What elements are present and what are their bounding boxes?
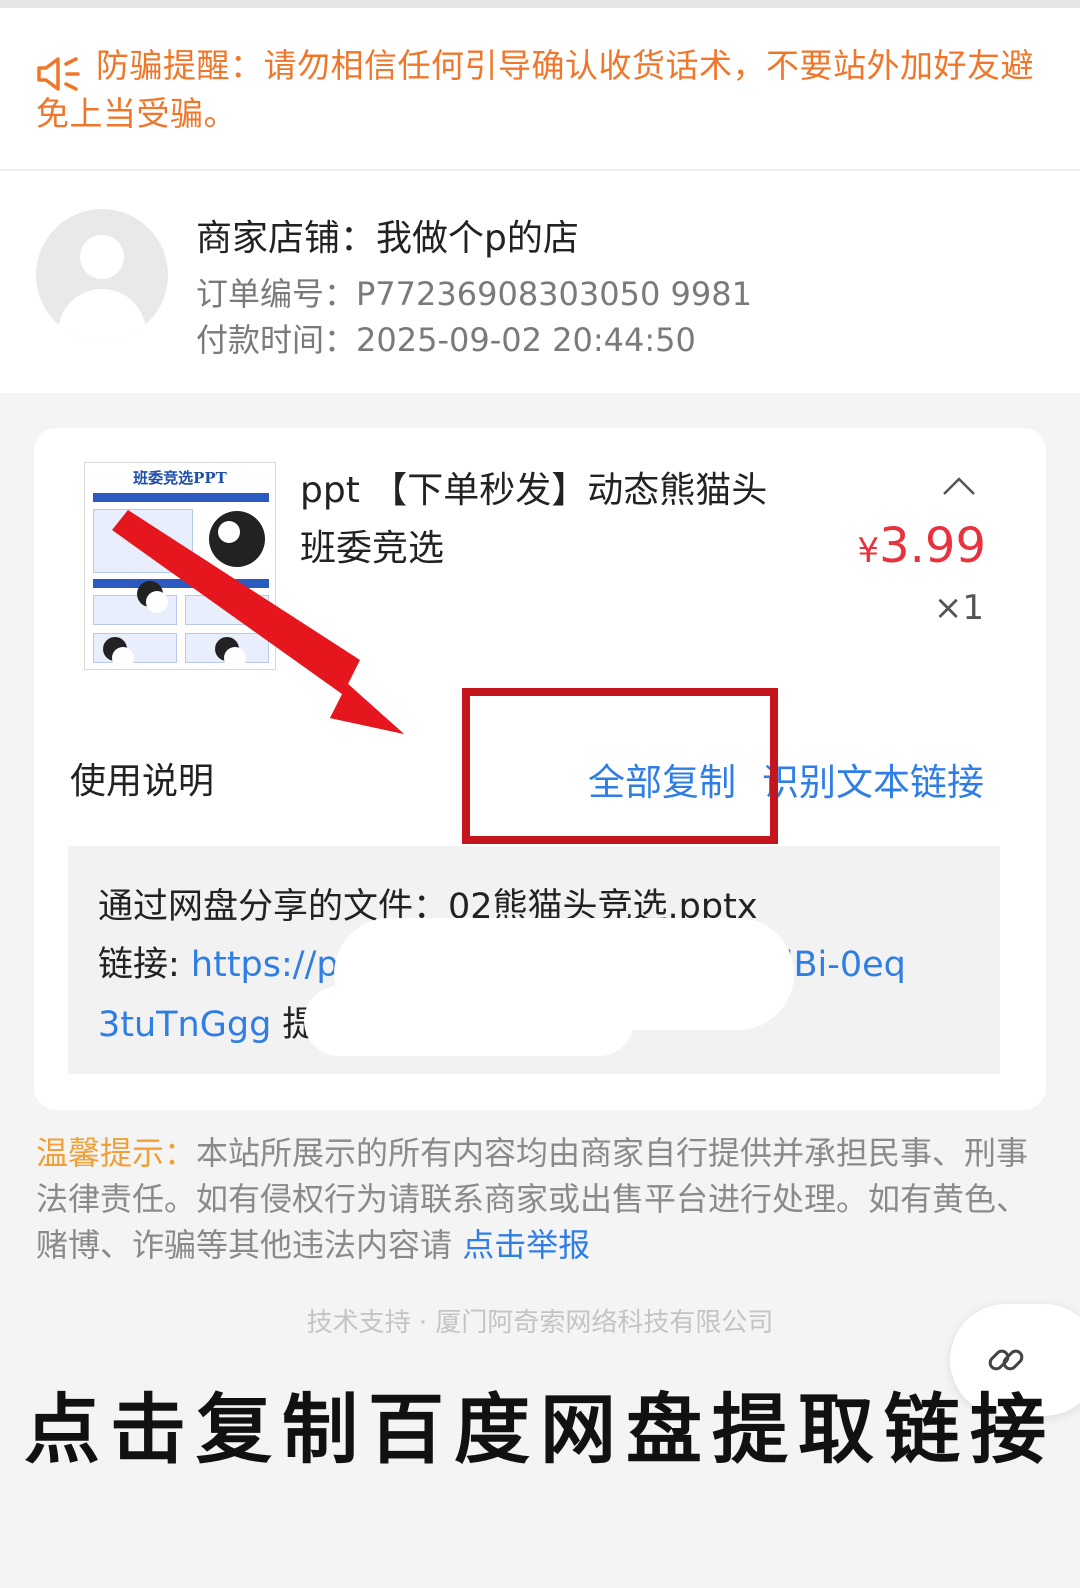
- usage-instructions-label: 使用说明: [70, 761, 215, 802]
- fraud-notice-banner: 防骗提醒：请勿相信任何引导确认收货话术，不要站外加好友避免上当受骗。: [0, 8, 1080, 170]
- fraud-notice-text: 防骗提醒：请勿相信任何引导确认收货话术，不要站外加好友避免上当受骗。: [36, 46, 1034, 133]
- price-value: 3.99: [879, 518, 986, 574]
- redaction-blob-2: [304, 986, 634, 1056]
- share-link-start[interactable]: https://p: [191, 945, 339, 985]
- product-quantity: ×1: [933, 588, 984, 628]
- product-price: ¥3.99: [857, 518, 986, 574]
- avatar: [36, 209, 168, 341]
- link-line-continued: 3tuTnGgg 提: [98, 996, 317, 1047]
- payment-time: 付款时间：2025-09-02 20:44:50: [196, 321, 696, 359]
- report-link[interactable]: 点击举报: [462, 1226, 590, 1264]
- warm-tip: 温馨提示：本站所展示的所有内容均由商家自行提供并承担民事、刑事法律责任。如有侵权…: [36, 1130, 1046, 1268]
- recognize-link-button[interactable]: 识别文本链接: [762, 752, 984, 806]
- price-currency: ¥: [857, 531, 880, 571]
- tip-label: 温馨提示：: [36, 1134, 197, 1172]
- usage-content-box: 通过网盘分享的文件：02熊猫头竞选.pptx 链接: https://p -dBi…: [68, 846, 1000, 1074]
- merchant-section: 商家店铺：我做个p的店 订单编号：P77236908303050 9981 付款…: [0, 171, 1080, 393]
- shop-name: 商家店铺：我做个p的店: [196, 218, 579, 259]
- product-title[interactable]: ppt 【下单秒发】动态熊猫头班委竞选: [300, 462, 800, 578]
- thumbnail-title: 班委竞选PPT: [133, 469, 227, 487]
- annotation-highlight-box: [462, 688, 778, 844]
- order-number: 订单编号：P77236908303050 9981: [196, 275, 752, 313]
- link-label: 链接:: [98, 945, 191, 985]
- caption-overlay: 点击复制百度网盘提取链接: [24, 1385, 1056, 1474]
- share-link-tail[interactable]: 3tuTnGgg: [98, 1005, 271, 1045]
- tech-support-footer: 技术支持 · 厦门阿奇索网络科技有限公司: [306, 1308, 774, 1338]
- product-thumbnail[interactable]: 班委竞选PPT: [84, 462, 276, 670]
- chevron-up-icon[interactable]: [942, 476, 976, 496]
- top-strip: [0, 0, 1080, 8]
